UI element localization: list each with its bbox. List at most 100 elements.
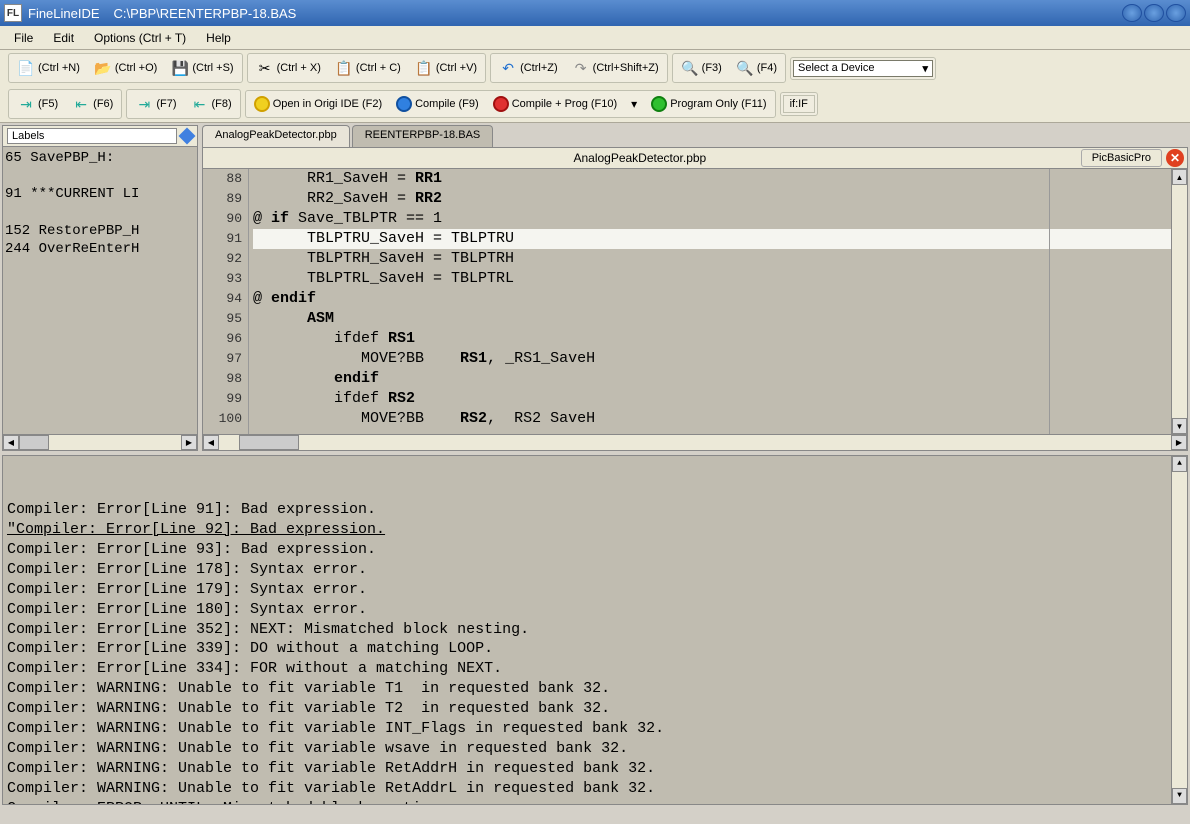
f7-label: (F7) (156, 98, 176, 110)
copy-button[interactable]: 📋(Ctrl + C) (329, 56, 407, 80)
compile-prog-label: Compile + Prog (F10) (512, 98, 617, 110)
editor-header: AnalogPeakDetector.pbp PicBasicPro ✕ (202, 147, 1188, 169)
f5-label: (F5) (38, 98, 58, 110)
program-only-button[interactable]: Program Only (F11) (645, 93, 772, 115)
scroll-thumb[interactable] (19, 435, 49, 450)
app-name: FineLineIDE (28, 6, 100, 21)
code-text[interactable]: RR1_SaveH = RR1 RR2_SaveH = RR2@ if Save… (249, 169, 1171, 434)
scroll-left-icon[interactable]: ◀ (203, 435, 219, 450)
findnext-label: (F4) (757, 62, 777, 74)
labels-list[interactable]: 65 SavePBP_H: 91 ***CURRENT LI 152 Resto… (3, 147, 197, 434)
play-green-icon (651, 96, 667, 112)
output-panel[interactable]: Compiler: Error[Line 91]: Bad expression… (2, 455, 1188, 805)
compile-prog-button[interactable]: Compile + Prog (F10) (487, 93, 623, 115)
yellow-circle-icon (254, 96, 270, 112)
editor-filename: AnalogPeakDetector.pbp (203, 151, 1077, 165)
open-folder-icon: 📂 (94, 59, 112, 77)
scroll-thumb[interactable] (239, 435, 299, 450)
undo-icon: ↶ (499, 59, 517, 77)
paste-icon: 📋 (415, 59, 433, 77)
cut-button[interactable]: ✂(Ctrl + X) (250, 56, 327, 80)
tab-analog[interactable]: AnalogPeakDetector.pbp (202, 125, 350, 147)
play-blue-icon (396, 96, 412, 112)
scroll-up-icon[interactable]: ▲ (1172, 169, 1187, 185)
open-ide-label: Open in Origi IDE (F2) (273, 98, 382, 110)
open-ide-button[interactable]: Open in Origi IDE (F2) (248, 93, 388, 115)
scroll-down-icon[interactable]: ▼ (1172, 788, 1187, 804)
outdent-icon: ⇤ (191, 95, 209, 113)
cut-label: (Ctrl + X) (277, 62, 321, 74)
close-tab-button[interactable]: ✕ (1166, 149, 1184, 167)
f6-button[interactable]: ⇤(F6) (66, 92, 119, 116)
output-vscrollbar[interactable]: ▲ ▼ (1171, 456, 1187, 804)
find-button[interactable]: 🔍(F3) (675, 56, 728, 80)
redo-button[interactable]: ↷(Ctrl+Shift+Z) (566, 56, 665, 80)
outdent-icon: ⇤ (72, 95, 90, 113)
maximize-button[interactable] (1144, 4, 1164, 22)
indent-icon: ⇥ (17, 95, 35, 113)
f7-button[interactable]: ⇥(F7) (129, 92, 182, 116)
copy-label: (Ctrl + C) (356, 62, 401, 74)
compile-label: Compile (F9) (415, 98, 479, 110)
find-next-button[interactable]: 🔍(F4) (730, 56, 783, 80)
close-button[interactable] (1166, 4, 1186, 22)
menu-options[interactable]: Options (Ctrl + T) (86, 28, 194, 48)
if-indicator: if:IF (783, 95, 815, 113)
f8-button[interactable]: ⇤(F8) (185, 92, 238, 116)
save-button[interactable]: 💾(Ctrl +S) (165, 56, 239, 80)
menu-edit[interactable]: Edit (45, 28, 82, 48)
chevron-down-icon: ▾ (922, 62, 928, 75)
language-label: PicBasicPro (1081, 149, 1162, 167)
labels-header: Labels (3, 126, 197, 147)
scissors-icon: ✂ (256, 59, 274, 77)
labels-panel: Labels 65 SavePBP_H: 91 ***CURRENT LI 15… (2, 125, 198, 451)
toolbars: 📄(Ctrl +N) 📂(Ctrl +O) 💾(Ctrl +S) ✂(Ctrl … (0, 50, 1190, 123)
undo-button[interactable]: ↶(Ctrl+Z) (493, 56, 564, 80)
save-label: (Ctrl +S) (192, 62, 233, 74)
redo-icon: ↷ (572, 59, 590, 77)
dropdown-arrow-icon[interactable]: ▾ (625, 97, 643, 111)
diamond-icon[interactable] (179, 128, 196, 145)
labels-hscrollbar[interactable]: ◀ ▶ (3, 434, 197, 450)
f6-label: (F6) (93, 98, 113, 110)
open-button[interactable]: 📂(Ctrl +O) (88, 56, 163, 80)
indent-icon: ⇥ (135, 95, 153, 113)
app-icon: FL (4, 4, 22, 22)
f8-label: (F8) (212, 98, 232, 110)
editor-tabs: AnalogPeakDetector.pbp REENTERPBP-18.BAS (202, 125, 1188, 147)
editor-panel: AnalogPeakDetector.pbp REENTERPBP-18.BAS… (202, 125, 1188, 451)
paste-button[interactable]: 📋(Ctrl +V) (409, 56, 483, 80)
save-disk-icon: 💾 (171, 59, 189, 77)
scroll-up-icon[interactable]: ▲ (1172, 456, 1187, 472)
titlebar: FL FineLineIDE C:\PBP\REENTERPBP-18.BAS (0, 0, 1190, 26)
find-label: (F3) (702, 62, 722, 74)
scroll-down-icon[interactable]: ▼ (1172, 418, 1187, 434)
scroll-right-icon[interactable]: ▶ (1171, 435, 1187, 450)
line-gutter: 888990919293949596979899100 (203, 169, 249, 434)
labels-dropdown[interactable]: Labels (7, 128, 177, 144)
menu-file[interactable]: File (6, 28, 41, 48)
paste-label: (Ctrl +V) (436, 62, 477, 74)
f5-button[interactable]: ⇥(F5) (11, 92, 64, 116)
menu-help[interactable]: Help (198, 28, 239, 48)
editor-hscrollbar[interactable]: ◀ ▶ (202, 435, 1188, 451)
scroll-right-icon[interactable]: ▶ (181, 435, 197, 450)
program-only-label: Program Only (F11) (670, 98, 766, 110)
new-file-icon: 📄 (17, 59, 35, 77)
code-area[interactable]: 888990919293949596979899100 RR1_SaveH = … (202, 169, 1188, 435)
tab-reenter[interactable]: REENTERPBP-18.BAS (352, 125, 494, 147)
device-placeholder: Select a Device (798, 62, 874, 74)
redo-label: (Ctrl+Shift+Z) (593, 62, 659, 74)
minimize-button[interactable] (1122, 4, 1142, 22)
menubar: File Edit Options (Ctrl + T) Help (0, 26, 1190, 50)
compile-button[interactable]: Compile (F9) (390, 93, 485, 115)
new-button[interactable]: 📄(Ctrl +N) (11, 56, 86, 80)
editor-vscrollbar[interactable]: ▲ ▼ (1171, 169, 1187, 434)
open-label: (Ctrl +O) (115, 62, 157, 74)
device-select[interactable]: Select a Device ▾ (793, 60, 933, 77)
new-label: (Ctrl +N) (38, 62, 80, 74)
margin-line (1049, 169, 1050, 434)
scroll-left-icon[interactable]: ◀ (3, 435, 19, 450)
file-path: C:\PBP\REENTERPBP-18.BAS (114, 6, 297, 21)
copy-icon: 📋 (335, 59, 353, 77)
